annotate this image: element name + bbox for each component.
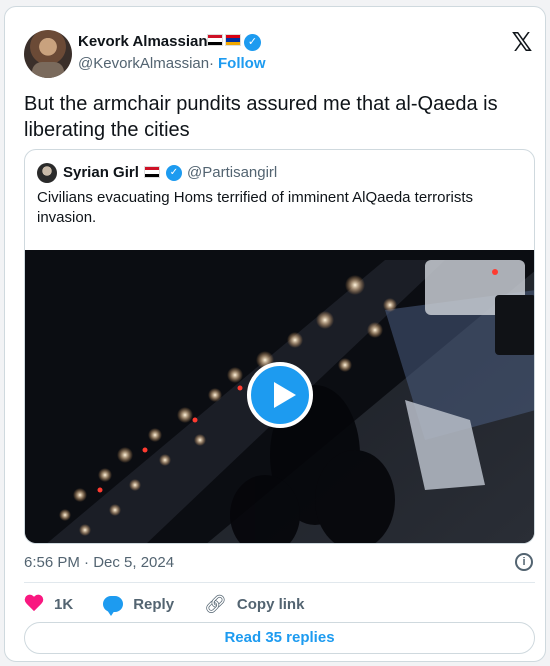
copy-link-button[interactable]: 🔗︎ Copy link (204, 594, 304, 615)
x-logo-icon[interactable]: 𝕏 (510, 29, 534, 55)
quoted-tweet-text: Civilians evacuating Homs terrified of i… (37, 189, 474, 226)
verified-badge-icon: ✓ (166, 165, 182, 181)
tweet-timestamp[interactable]: 6:56 PM · Dec 5, 2024 (24, 554, 174, 571)
author-avatar[interactable] (24, 30, 72, 78)
like-count: 1K (54, 595, 74, 613)
handle-separator: · (209, 55, 214, 72)
reply-label: Reply (133, 595, 175, 613)
quoted-author-avatar (37, 163, 57, 183)
reply-button[interactable]: Reply (103, 595, 175, 616)
verified-badge-icon: ✓ (244, 34, 261, 51)
tweet-card: Kevork Almassian ✓ @KevorkAlmassian · Fo… (4, 6, 546, 662)
syria-flag-icon (144, 166, 160, 178)
video-player[interactable] (25, 250, 534, 543)
divider (24, 582, 535, 583)
tweet-text: But the armchair pundits assured me that… (24, 93, 498, 141)
action-bar: 1K Reply 🔗︎ Copy link (24, 592, 334, 616)
author-name[interactable]: Kevork Almassian (78, 33, 208, 50)
author-handle[interactable]: @KevorkAlmassian (78, 55, 209, 72)
quoted-author-name: Syrian Girl (63, 164, 139, 181)
like-button[interactable]: 1K (24, 595, 73, 613)
read-replies-button[interactable]: Read 35 replies (24, 622, 535, 654)
link-icon: 🔗︎ (204, 593, 227, 614)
quoted-tweet[interactable]: Syrian Girl ✓ @Partisangirl Civilians ev… (24, 149, 535, 544)
heart-icon (24, 595, 44, 613)
copy-link-label: Copy link (236, 595, 305, 613)
info-icon[interactable]: i (515, 553, 533, 571)
author-flags (207, 34, 241, 46)
syria-flag-icon (207, 34, 223, 46)
reply-bubble-icon (103, 596, 124, 616)
armenia-flag-icon (225, 34, 241, 46)
quoted-author-handle: @Partisangirl (187, 164, 278, 181)
play-button-icon[interactable] (247, 362, 313, 428)
follow-button[interactable]: Follow (218, 55, 266, 72)
